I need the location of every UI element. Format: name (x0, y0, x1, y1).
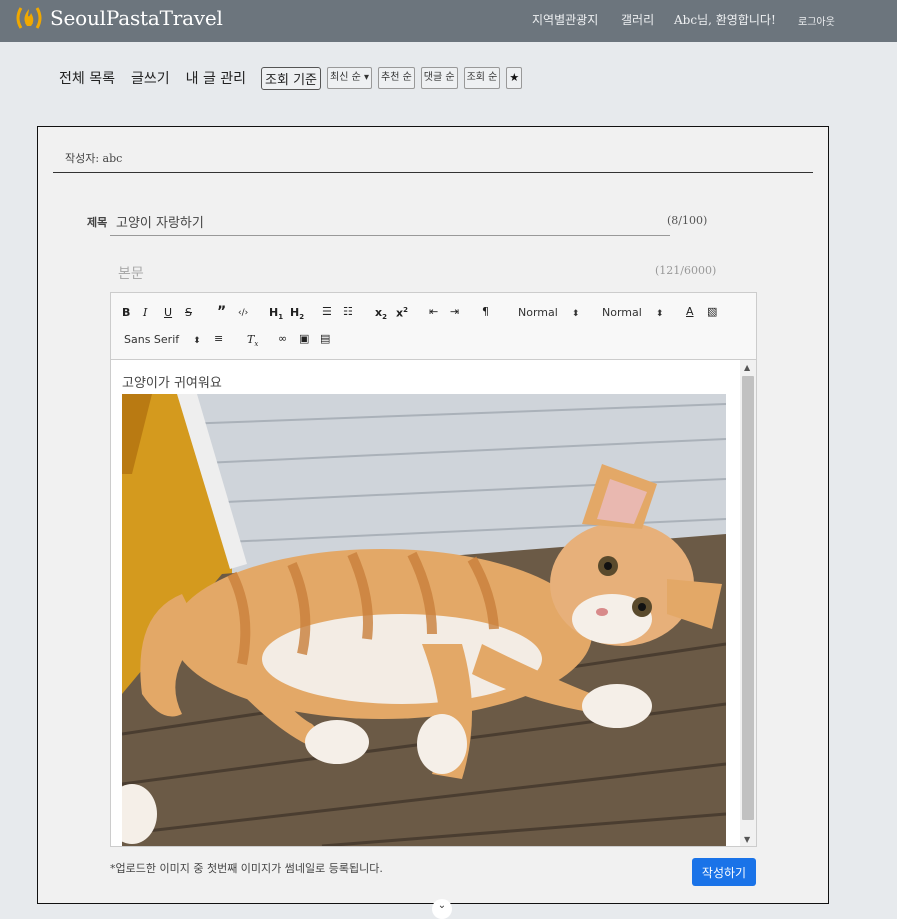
star-icon[interactable]: ★ (506, 67, 523, 89)
bold-icon[interactable]: B (122, 306, 130, 320)
rich-text-editor: B I U S ” ‹/› H1 H2 ☰ ☷ x2 x2 ⇤ ⇥ ¶ Norm… (110, 292, 757, 847)
editor-toolbar: B I U S ” ‹/› H1 H2 ☰ ☷ x2 x2 ⇤ ⇥ ¶ Norm… (111, 293, 756, 360)
size-picker-value: Normal (602, 306, 642, 319)
clean-icon[interactable]: Tx (247, 333, 258, 351)
sort-recommend-button[interactable]: 추천 순 (378, 67, 415, 89)
title-label: 제목 (87, 216, 108, 229)
h2-icon[interactable]: H2 (290, 306, 304, 324)
color-icon[interactable]: A (686, 305, 694, 319)
subscript-icon[interactable]: x2 (375, 306, 387, 324)
write-link[interactable]: 글쓰기 (131, 68, 170, 88)
brand-link[interactable]: SeoulPastaTravel (14, 5, 223, 31)
scroll-down-icon[interactable]: ▼ (744, 835, 750, 844)
chevron-updown-icon: ⬍ (193, 336, 201, 346)
logo-icon (16, 7, 42, 29)
author-label: 작성자: abc (65, 152, 123, 165)
brand-name: SeoulPastaTravel (50, 6, 223, 30)
submit-button[interactable]: 작성하기 (692, 858, 756, 886)
sort-latest-label: 최신 순 (330, 72, 361, 83)
h1-icon[interactable]: H1 (269, 306, 283, 324)
sort-criteria-label: 조회 기준 (261, 66, 322, 90)
body-label: 본문 (118, 266, 144, 282)
ordered-list-icon[interactable]: ☰ (322, 305, 332, 319)
editor-content[interactable]: 고양이가 귀여워요 (111, 360, 739, 846)
nav-gallery-link[interactable]: 갤러리 (621, 11, 654, 28)
scroll-up-icon[interactable]: ▲ (744, 363, 750, 372)
all-list-link[interactable]: 전체 목록 (59, 68, 115, 88)
body-text: 고양이가 귀여워요 (122, 376, 222, 391)
header-picker-value: Normal (518, 306, 558, 319)
scrollbar-thumb[interactable] (742, 376, 754, 820)
video-icon[interactable]: ▤ (320, 332, 330, 346)
body-char-count: (121/6000) (655, 264, 717, 277)
bullet-list-icon[interactable]: ☷ (343, 305, 353, 319)
size-picker[interactable]: Normal ⬍ (602, 306, 663, 319)
chevron-icon[interactable]: ⌄ (432, 899, 452, 919)
title-char-count: (8/100) (667, 214, 708, 227)
outdent-icon[interactable]: ⇤ (429, 305, 438, 319)
chevron-updown-icon: ⬍ (571, 309, 580, 319)
sort-latest-select[interactable]: 최신 순 ▾ (327, 67, 373, 89)
chevron-updown-icon: ⬍ (655, 309, 664, 319)
top-navbar: SeoulPastaTravel 지역별관광지 갤러리 Abc님, 환영합니다!… (0, 0, 897, 42)
logout-link[interactable]: 로그아웃 (798, 13, 835, 28)
strike-icon[interactable]: S (185, 306, 192, 320)
board-subnav: 전체 목록 글쓰기 내 글 관리 조회 기준 최신 순 ▾ 추천 순 댓글 순 … (59, 66, 523, 90)
link-icon[interactable]: ∞ (278, 332, 287, 346)
underline-icon[interactable]: U (164, 306, 172, 320)
superscript-icon[interactable]: x2 (396, 303, 408, 321)
code-block-icon[interactable]: ‹/› (238, 306, 248, 320)
thumbnail-note: *업로드한 이미지 중 첫번째 이미지가 썸네일로 등록됩니다. (110, 862, 383, 875)
image-icon[interactable]: ▣ (299, 332, 309, 346)
my-posts-link[interactable]: 내 글 관리 (186, 68, 246, 88)
italic-icon[interactable]: I (143, 306, 147, 320)
welcome-text: Abc님, 환영합니다! (674, 13, 776, 27)
editor-scrollbar[interactable]: ▲ ▼ (740, 360, 756, 846)
indent-icon[interactable]: ⇥ (450, 305, 459, 319)
rtl-icon[interactable]: ¶ (482, 305, 489, 319)
divider (53, 172, 813, 173)
sort-views-button[interactable]: 조회 순 (463, 67, 501, 89)
sort-comments-button[interactable]: 댓글 순 (420, 67, 458, 89)
post-form-card: 작성자: abc 제목 (8/100) 본문 (121/6000) B I U … (37, 126, 829, 904)
background-icon[interactable]: ▧ (707, 305, 717, 319)
dropdown-caret-icon: ▾ (360, 72, 370, 83)
font-picker[interactable]: Sans Serif ⬍ (124, 333, 201, 346)
header-picker[interactable]: Normal ⬍ (518, 306, 579, 319)
blockquote-icon[interactable]: ” (217, 305, 226, 319)
cat-photo (122, 394, 726, 846)
nav-regions-link[interactable]: 지역별관광지 (532, 11, 598, 28)
title-input[interactable] (110, 207, 670, 236)
font-picker-value: Sans Serif (124, 333, 180, 346)
align-icon[interactable]: ≡ (214, 332, 223, 346)
